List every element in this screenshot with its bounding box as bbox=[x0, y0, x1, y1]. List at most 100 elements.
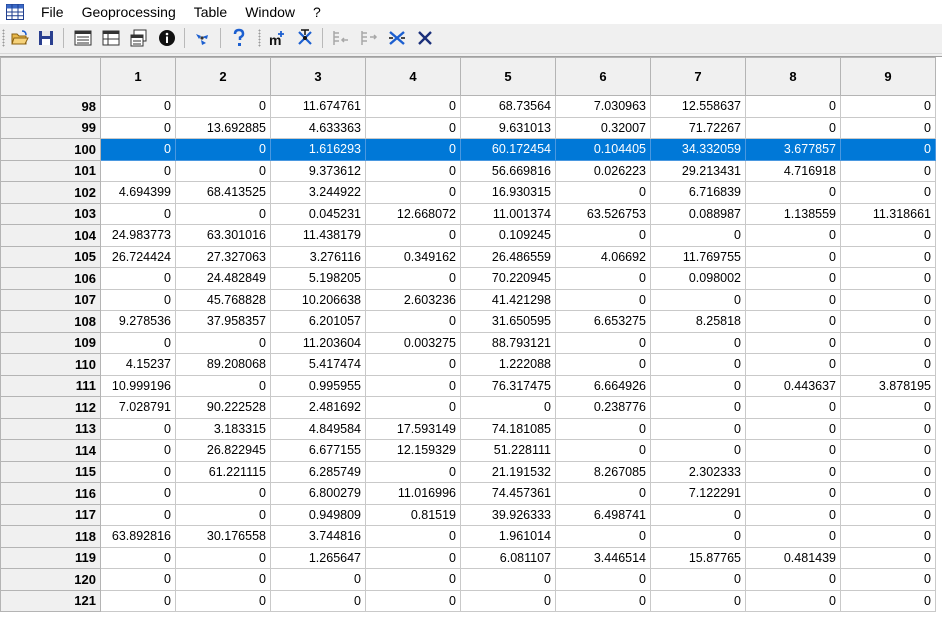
info-button[interactable] bbox=[156, 27, 178, 49]
delete-field-button[interactable] bbox=[386, 27, 408, 49]
table-cell[interactable]: 0.238776 bbox=[555, 396, 651, 419]
table-cell[interactable]: 0 bbox=[745, 245, 841, 268]
table-cell[interactable]: 4.633363 bbox=[270, 116, 366, 139]
table-cell[interactable]: 0 bbox=[100, 202, 176, 225]
table-row[interactable]: 110 4.15237 89.208068 5.417474 0 1.222088 0 0 0 0 bbox=[0, 353, 936, 376]
table-cell[interactable]: 3.878195 bbox=[840, 374, 936, 397]
table-cell[interactable]: 0 bbox=[840, 245, 936, 268]
table-cell[interactable]: 41.421298 bbox=[460, 288, 556, 311]
table-cell[interactable]: 0 bbox=[745, 181, 841, 204]
table-cell[interactable]: 15.87765 bbox=[650, 546, 746, 569]
table-cell[interactable]: 5.198205 bbox=[270, 267, 366, 290]
table-cell[interactable]: 2.302333 bbox=[650, 460, 746, 483]
table-cell[interactable]: 6.201057 bbox=[270, 310, 366, 333]
table-row[interactable]: 111 10.999196 0 0.995955 0 76.317475 6.664926 0… bbox=[0, 374, 936, 397]
table-cell[interactable]: 0 bbox=[555, 353, 651, 376]
table-cell[interactable]: 63.892816 bbox=[100, 525, 176, 548]
table-cell[interactable]: 0 bbox=[650, 589, 746, 612]
row-header[interactable]: 121 bbox=[0, 589, 101, 612]
table-cell[interactable]: 0.949809 bbox=[270, 503, 366, 526]
table-cell[interactable]: 0.098002 bbox=[650, 267, 746, 290]
table-cell[interactable]: 0 bbox=[745, 568, 841, 591]
column-header[interactable]: 4 bbox=[365, 57, 461, 96]
table-cell[interactable]: 26.822945 bbox=[175, 439, 271, 462]
table-cell[interactable]: 0 bbox=[460, 396, 556, 419]
table-cell[interactable]: 0 bbox=[840, 589, 936, 612]
table-cell[interactable]: 0.109245 bbox=[460, 224, 556, 247]
table-cell[interactable]: 1.222088 bbox=[460, 353, 556, 376]
table-cell[interactable]: 0 bbox=[365, 460, 461, 483]
table-row[interactable]: 114 0 26.822945 6.677155 12.159329 51.228111 0… bbox=[0, 439, 936, 462]
table-cell[interactable]: 0 bbox=[840, 525, 936, 548]
table-cell[interactable]: 0 bbox=[745, 460, 841, 483]
table-cell[interactable]: 0.995955 bbox=[270, 374, 366, 397]
table-cell[interactable]: 0.104405 bbox=[555, 138, 651, 161]
row-header[interactable]: 107 bbox=[0, 288, 101, 311]
table-cell[interactable]: 0 bbox=[365, 159, 461, 182]
table-row[interactable]: 100 0 0 1.616293 0 60.172454 0.104405 34.332059… bbox=[0, 138, 936, 161]
table-cell[interactable]: 88.793121 bbox=[460, 331, 556, 354]
table-cell[interactable]: 0 bbox=[175, 331, 271, 354]
table-cell[interactable]: 0 bbox=[840, 331, 936, 354]
table-cell[interactable]: 0 bbox=[745, 95, 841, 118]
row-header[interactable]: 111 bbox=[0, 374, 101, 397]
table-cell[interactable]: 11.674761 bbox=[270, 95, 366, 118]
table-cell[interactable]: 0 bbox=[745, 224, 841, 247]
table-row[interactable]: 105 26.724424 27.327063 3.276116 0.349162 26.… bbox=[0, 245, 936, 268]
table-cell[interactable]: 0 bbox=[840, 503, 936, 526]
table-cell[interactable]: 0 bbox=[840, 546, 936, 569]
table-cell[interactable]: 3.446514 bbox=[555, 546, 651, 569]
menu-help[interactable]: ? bbox=[304, 0, 330, 24]
table-row[interactable]: 107 0 45.768828 10.206638 2.603236 41.421298 0… bbox=[0, 288, 936, 311]
row-header[interactable]: 117 bbox=[0, 503, 101, 526]
table-cell[interactable]: 0 bbox=[745, 482, 841, 505]
table-cell[interactable]: 2.481692 bbox=[270, 396, 366, 419]
table-cell[interactable]: 0 bbox=[840, 417, 936, 440]
row-header[interactable]: 100 bbox=[0, 138, 101, 161]
save-button[interactable] bbox=[35, 27, 57, 49]
table-cell[interactable]: 4.06692 bbox=[555, 245, 651, 268]
table-cell[interactable]: 0 bbox=[555, 482, 651, 505]
table-cell[interactable]: 3.677857 bbox=[745, 138, 841, 161]
table-cell[interactable]: 0 bbox=[100, 331, 176, 354]
table-cell[interactable]: 0 bbox=[365, 95, 461, 118]
table-cell[interactable]: 39.926333 bbox=[460, 503, 556, 526]
close-button[interactable] bbox=[414, 27, 436, 49]
table-cell[interactable]: 60.172454 bbox=[460, 138, 556, 161]
table-cell[interactable]: 31.650595 bbox=[460, 310, 556, 333]
table-cell[interactable]: 0 bbox=[365, 310, 461, 333]
table-cell[interactable]: 0 bbox=[100, 267, 176, 290]
table-row[interactable]: 121 0 0 0 0 0 0 0 0 0 bbox=[0, 589, 936, 612]
table-cell[interactable]: 0.349162 bbox=[365, 245, 461, 268]
row-header[interactable]: 99 bbox=[0, 116, 101, 139]
table-cell[interactable]: 0 bbox=[365, 589, 461, 612]
table-cell[interactable]: 29.213431 bbox=[650, 159, 746, 182]
table-view-button[interactable] bbox=[100, 27, 122, 49]
table-cell[interactable]: 0 bbox=[840, 159, 936, 182]
table-cell[interactable]: 9.278536 bbox=[100, 310, 176, 333]
table-cell[interactable]: 74.457361 bbox=[460, 482, 556, 505]
table-cell[interactable]: 0 bbox=[745, 525, 841, 548]
table-cell[interactable]: 0.32007 bbox=[555, 116, 651, 139]
row-header[interactable]: 105 bbox=[0, 245, 101, 268]
table-cell[interactable]: 0 bbox=[175, 568, 271, 591]
row-header[interactable]: 120 bbox=[0, 568, 101, 591]
table-cell[interactable]: 11.203604 bbox=[270, 331, 366, 354]
table-cell[interactable]: 34.332059 bbox=[650, 138, 746, 161]
table-cell[interactable]: 5.417474 bbox=[270, 353, 366, 376]
table-cell[interactable]: 89.208068 bbox=[175, 353, 271, 376]
table-cell[interactable]: 3.744816 bbox=[270, 525, 366, 548]
table-row[interactable]: 118 63.892816 30.176558 3.744816 0 1.961014 0 0… bbox=[0, 525, 936, 548]
table-cell[interactable]: 6.498741 bbox=[555, 503, 651, 526]
table-cell[interactable]: 0 bbox=[365, 525, 461, 548]
table-cell[interactable]: 0 bbox=[365, 353, 461, 376]
table-cell[interactable]: 0 bbox=[840, 288, 936, 311]
table-cell[interactable]: 0 bbox=[555, 439, 651, 462]
table-cell[interactable]: 61.221115 bbox=[175, 460, 271, 483]
table-cell[interactable]: 16.930315 bbox=[460, 181, 556, 204]
table-cell[interactable]: 26.724424 bbox=[100, 245, 176, 268]
menu-file[interactable]: File bbox=[32, 0, 73, 24]
table-cell[interactable]: 3.244922 bbox=[270, 181, 366, 204]
table-cell[interactable]: 0.443637 bbox=[745, 374, 841, 397]
table-cell[interactable]: 0 bbox=[840, 138, 936, 161]
